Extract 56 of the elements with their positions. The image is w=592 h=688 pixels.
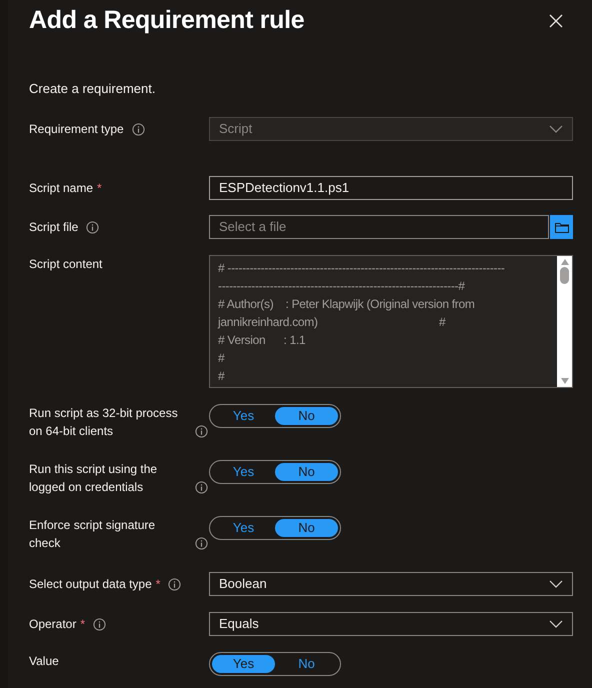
- chevron-down-icon: [549, 580, 563, 588]
- field-label: Enforce script signature check: [29, 517, 156, 552]
- code-line: # ---------------------------------------------------------------------------: [218, 260, 506, 277]
- field-label: Script name: [29, 180, 94, 197]
- field-label: Select output data type: [29, 576, 152, 593]
- browse-button[interactable]: [550, 215, 573, 239]
- yes-no-toggle[interactable]: Yes No: [209, 652, 341, 676]
- field-label: Run this script using the logged on credentials: [29, 461, 158, 496]
- toggle-option[interactable]: Yes: [212, 519, 275, 537]
- intro-text: Create a requirement.: [29, 80, 156, 98]
- file-field[interactable]: Select a file: [209, 215, 549, 239]
- folder-icon: [554, 222, 568, 232]
- field-label: Operator: [29, 616, 76, 633]
- required-asterisk: *: [97, 180, 102, 197]
- required-asterisk: *: [80, 616, 86, 633]
- code-line: #: [218, 368, 226, 385]
- info-icon[interactable]: [86, 220, 100, 234]
- scroll-thumb[interactable]: [560, 267, 569, 284]
- field-label: Script content: [29, 256, 102, 273]
- toggle-option[interactable]: No: [275, 463, 338, 481]
- script-content-area[interactable]: [209, 255, 573, 388]
- info-icon[interactable]: [195, 424, 208, 438]
- info-icon[interactable]: [195, 536, 208, 550]
- code-line: # Author(s) : Peter Klapwijk (Original version from: [218, 296, 476, 313]
- code-line: -----------------------------------------------------------------#: [218, 278, 466, 295]
- panel-title: Add a Requirement rule: [29, 5, 304, 36]
- dropdown[interactable]: Boolean: [209, 572, 573, 596]
- scroll-down-icon[interactable]: [560, 378, 568, 384]
- toggle-option[interactable]: Yes: [212, 407, 275, 425]
- chevron-down-icon: [549, 620, 563, 628]
- code-line: # Version : 1.1: [218, 332, 306, 349]
- field-label: Value: [29, 653, 59, 670]
- toggle-option[interactable]: No: [275, 407, 338, 425]
- chevron-down-icon: [549, 125, 563, 133]
- toggle-option[interactable]: Yes: [212, 655, 275, 673]
- script-name-field[interactable]: ESPDetectionv1.1.ps1: [209, 176, 573, 200]
- close-icon: [549, 14, 563, 28]
- code-line: jannikreinhard.com) #: [218, 314, 447, 331]
- required-asterisk: *: [156, 576, 160, 593]
- yes-no-toggle[interactable]: Yes No: [209, 460, 341, 484]
- yes-no-toggle[interactable]: Yes No: [209, 516, 341, 540]
- field-label: Run script as 32-bit process on 64-bit clients: [29, 405, 179, 440]
- yes-no-toggle[interactable]: Yes No: [209, 404, 341, 428]
- scroll-up-icon[interactable]: [560, 259, 568, 265]
- dropdown[interactable]: Equals: [209, 612, 573, 636]
- close-button[interactable]: [549, 13, 565, 29]
- code-line: #: [218, 350, 226, 367]
- info-icon[interactable]: [93, 618, 106, 630]
- scrollbar[interactable]: [557, 256, 572, 387]
- field-label: Script file: [29, 219, 78, 236]
- info-icon[interactable]: [168, 578, 182, 590]
- toggle-option[interactable]: No: [275, 519, 338, 537]
- info-icon[interactable]: [195, 480, 208, 494]
- toggle-option[interactable]: Yes: [212, 463, 275, 481]
- toggle-option[interactable]: No: [275, 655, 338, 673]
- field-label: Requirement type: [29, 121, 124, 138]
